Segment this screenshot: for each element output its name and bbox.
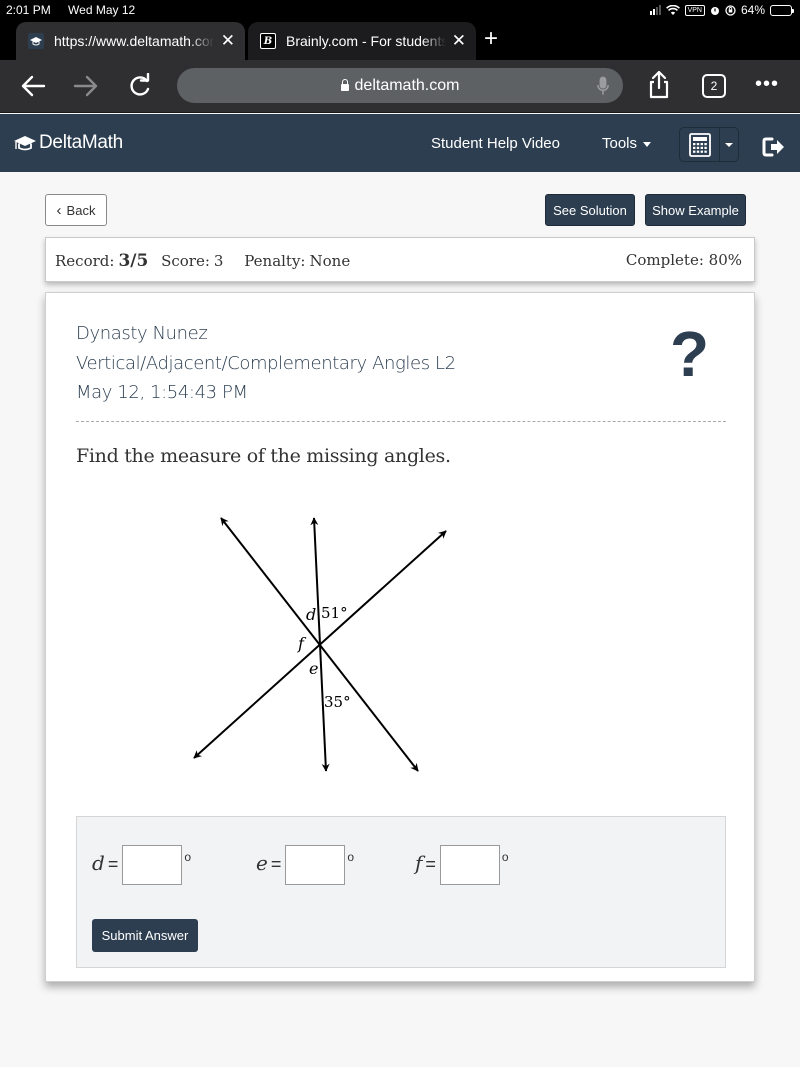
angle-label-f: f bbox=[297, 634, 307, 653]
degree-symbol: o bbox=[347, 850, 355, 864]
tools-menu[interactable]: Tools bbox=[602, 135, 652, 152]
tab-title: Brainly.com - For students bbox=[286, 33, 446, 49]
cellular-signal-icon bbox=[649, 5, 661, 15]
angle-label-e: e bbox=[309, 659, 318, 678]
answer-d: d = o bbox=[92, 845, 191, 885]
d-input[interactable] bbox=[122, 845, 183, 885]
close-tab-icon[interactable]: ✕ bbox=[221, 31, 235, 51]
completion: Complete: 80% bbox=[626, 251, 742, 269]
brainly-b-icon: B bbox=[260, 33, 276, 49]
more-menu-icon[interactable]: ••• bbox=[755, 73, 779, 96]
graduation-cap-icon bbox=[28, 33, 44, 49]
status-time: 2:01 PM bbox=[6, 3, 51, 17]
degree-symbol: o bbox=[184, 850, 192, 864]
calculator-button-group bbox=[679, 127, 739, 162]
tab-title: https://www.deltamath.com bbox=[54, 33, 214, 49]
variable-e: e bbox=[256, 851, 268, 875]
score-label: Score: bbox=[161, 252, 210, 270]
close-tab-icon[interactable]: ✕ bbox=[452, 31, 466, 51]
see-solution-button[interactable]: See Solution bbox=[545, 194, 635, 226]
equals-sign: = bbox=[425, 854, 436, 874]
calculator-icon bbox=[688, 132, 711, 157]
address-bar[interactable]: deltamath.com bbox=[177, 68, 623, 103]
forward-arrow-icon[interactable] bbox=[73, 74, 99, 98]
record-bar: Record: 3/5 Score: 3 Penalty: None Complete… bbox=[45, 237, 755, 282]
answer-f: f = o bbox=[415, 845, 509, 885]
status-bar: 2:01 PM Wed May 12 VPN 64% bbox=[0, 0, 800, 22]
record-label: Record: bbox=[55, 252, 115, 270]
share-icon[interactable] bbox=[648, 70, 670, 100]
calculator-dropdown-button[interactable] bbox=[720, 128, 738, 161]
lock-icon bbox=[340, 78, 349, 91]
back-button[interactable]: ‹ Back bbox=[45, 194, 107, 226]
penalty: Penalty: None bbox=[244, 252, 358, 270]
submit-answer-button[interactable]: Submit Answer bbox=[92, 919, 198, 952]
record: Record: 3/5 bbox=[55, 251, 149, 271]
alarm-icon bbox=[710, 6, 719, 15]
reload-icon[interactable] bbox=[128, 73, 152, 99]
variable-d: d bbox=[92, 851, 105, 875]
equals-sign: = bbox=[107, 854, 119, 874]
score-value: 3 bbox=[213, 252, 224, 270]
url-text: deltamath.com bbox=[354, 76, 460, 94]
tab-count-button[interactable]: 2 bbox=[702, 74, 726, 98]
new-tab-button[interactable]: + bbox=[484, 27, 498, 51]
angle-diagram: d 51° f e 35° bbox=[193, 517, 447, 772]
calculator-button[interactable] bbox=[680, 128, 720, 161]
record-value: 3/5 bbox=[118, 251, 149, 271]
student-help-video-link[interactable]: Student Help Video bbox=[431, 135, 560, 152]
graduation-cap-icon bbox=[14, 136, 36, 151]
caret-down-icon bbox=[725, 142, 733, 147]
show-example-button[interactable]: Show Example bbox=[645, 194, 746, 226]
browser-tab-deltamath[interactable]: https://www.deltamath.com ✕ bbox=[16, 22, 245, 60]
variable-f: f bbox=[415, 851, 423, 875]
orientation-lock-icon bbox=[725, 4, 736, 16]
answer-e: e = o bbox=[256, 845, 354, 885]
tools-label: Tools bbox=[602, 135, 638, 152]
browser-tab-brainly[interactable]: B Brainly.com - For students ✕ bbox=[248, 22, 476, 60]
angle-label-d: d bbox=[306, 605, 316, 624]
angle-label-51: 51° bbox=[321, 604, 348, 622]
complete-value: 80% bbox=[708, 251, 742, 269]
line-ascending bbox=[193, 530, 447, 759]
problem-card: Dynasty Nunez Vertical/Adjacent/Compleme… bbox=[45, 292, 755, 982]
penalty-value: None bbox=[309, 252, 351, 270]
angle-label-35: 35° bbox=[324, 693, 351, 711]
microphone-icon[interactable] bbox=[597, 75, 609, 97]
caret-down-icon bbox=[643, 141, 652, 147]
chevron-left-icon: ‹ bbox=[56, 201, 62, 219]
score: Score: 3 bbox=[161, 252, 231, 270]
browser-toolbar: deltamath.com 2 ••• bbox=[0, 60, 800, 113]
logout-icon[interactable] bbox=[762, 136, 786, 158]
wifi-icon bbox=[665, 4, 680, 15]
brand-name: DeltaMath bbox=[39, 132, 123, 153]
complete-label: Complete: bbox=[625, 251, 704, 269]
app-header: DeltaMath Student Help Video Tools bbox=[0, 114, 800, 172]
battery-percent: 64% bbox=[740, 3, 765, 17]
e-input[interactable] bbox=[285, 845, 346, 885]
penalty-label: Penalty: bbox=[244, 252, 306, 270]
browser-tab-strip: https://www.deltamath.com ✕ B Brainly.co… bbox=[0, 22, 800, 60]
answer-area: d = o e = o f = o Submit Answer bbox=[76, 816, 726, 968]
back-arrow-icon[interactable] bbox=[20, 74, 46, 98]
battery-icon bbox=[770, 4, 794, 16]
vpn-icon: VPN bbox=[684, 4, 705, 16]
back-label: Back bbox=[66, 202, 96, 218]
brand-logo[interactable]: DeltaMath bbox=[14, 132, 123, 154]
f-input[interactable] bbox=[439, 845, 500, 885]
equals-sign: = bbox=[270, 854, 282, 874]
degree-symbol: o bbox=[501, 850, 509, 864]
status-date: Wed May 12 bbox=[68, 3, 136, 17]
